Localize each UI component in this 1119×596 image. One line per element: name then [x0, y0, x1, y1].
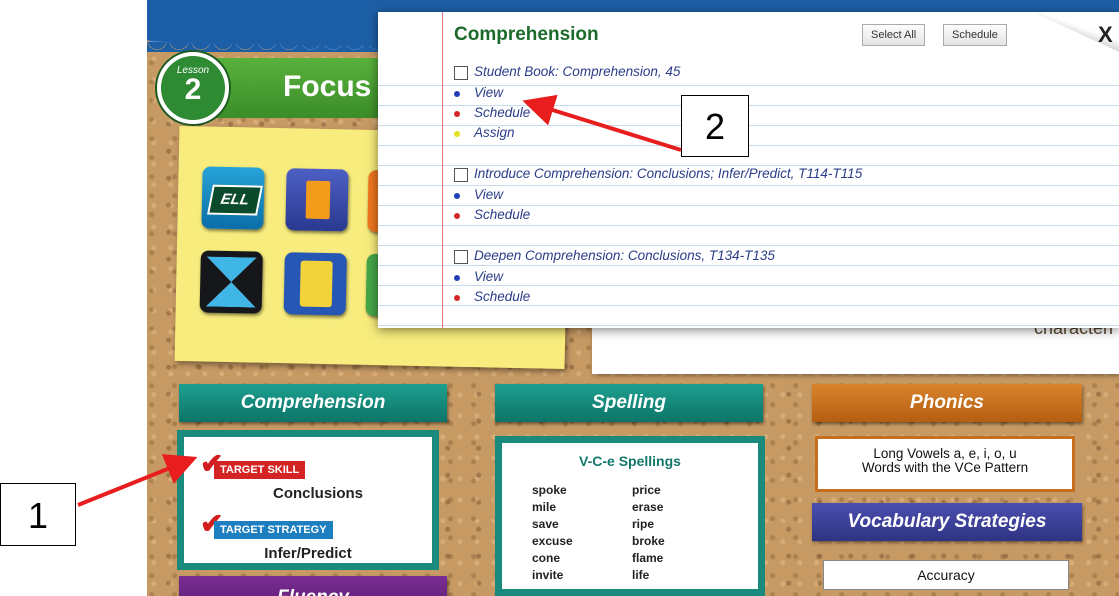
- target-skill-tag: TARGET SKILL: [214, 461, 306, 479]
- spelling-word: price: [632, 483, 661, 497]
- resource-title: Deepen Comprehension: Conclusions, T134-…: [474, 248, 775, 263]
- fluency-header[interactable]: Fluency: [179, 576, 447, 596]
- abcd-card-shape: [299, 260, 333, 308]
- spelling-word: erase: [632, 500, 664, 514]
- star-shape: [206, 257, 257, 308]
- schedule-link[interactable]: Schedule: [474, 105, 530, 120]
- schedule-link[interactable]: Schedule: [474, 207, 530, 222]
- ell-icon[interactable]: ELL: [201, 166, 265, 230]
- comprehension-resources-popup: Comprehension Select All Schedule X Stud…: [378, 12, 1119, 328]
- ell-label: ELL: [207, 184, 263, 216]
- comprehension-header[interactable]: Comprehension: [179, 384, 447, 422]
- view-link[interactable]: View: [474, 85, 503, 100]
- spelling-word: excuse: [532, 534, 573, 548]
- focus-title: Focus: [283, 70, 372, 103]
- spelling-word: save: [532, 517, 559, 531]
- red-bullet-icon: [454, 295, 460, 301]
- vocabulary-value: Accuracy: [917, 567, 975, 583]
- spelling-panel: V-C-e Spellings spoke price mile erase s…: [495, 436, 765, 596]
- spelling-word: life: [632, 568, 650, 582]
- lesson-number: 2: [184, 73, 202, 106]
- phonics-text: Long Vowels a, e, i, o, u Words with the…: [818, 447, 1072, 475]
- book-icon[interactable]: [285, 168, 349, 232]
- schedule-button[interactable]: Schedule: [943, 24, 1007, 46]
- blue-bullet-icon: [454, 193, 460, 199]
- phonics-header[interactable]: Phonics: [812, 384, 1082, 422]
- spelling-word: invite: [532, 568, 564, 582]
- spelling-word: spoke: [532, 483, 567, 497]
- resource-checkbox[interactable]: [454, 168, 468, 182]
- spelling-heading: V-C-e Spellings: [579, 453, 681, 469]
- spelling-word: mile: [532, 500, 557, 514]
- star-burst-icon[interactable]: [199, 250, 263, 314]
- callout-1: 1: [0, 483, 76, 546]
- assign-link[interactable]: Assign: [474, 125, 515, 140]
- close-icon[interactable]: X: [1098, 22, 1113, 48]
- vocabulary-strategies-header[interactable]: Vocabulary Strategies: [812, 503, 1082, 541]
- yellow-bullet-icon: [454, 131, 460, 137]
- vocabulary-panel: Accuracy: [823, 560, 1069, 590]
- view-link[interactable]: View: [474, 187, 503, 202]
- blue-bullet-icon: [454, 91, 460, 97]
- popup-title: Comprehension: [454, 24, 599, 45]
- target-strategy-value: Infer/Predict: [264, 545, 352, 562]
- red-bullet-icon: [454, 111, 460, 117]
- red-bullet-icon: [454, 213, 460, 219]
- spelling-word: ripe: [632, 517, 655, 531]
- lesson-badge: Lesson 2: [157, 52, 229, 124]
- spelling-word-list: spoke price mile erase save ripe excuse …: [532, 483, 712, 582]
- spelling-word: broke: [632, 534, 665, 548]
- target-skill-value: Conclusions: [272, 485, 363, 502]
- book-shape: [305, 180, 331, 220]
- view-link[interactable]: View: [474, 269, 503, 284]
- spelling-word: flame: [632, 551, 664, 565]
- schedule-link[interactable]: Schedule: [474, 289, 530, 304]
- resource-title: Student Book: Comprehension, 45: [474, 64, 681, 79]
- resource-checkbox[interactable]: [454, 66, 468, 80]
- abcd-card-icon[interactable]: [283, 252, 347, 316]
- blue-bullet-icon: [454, 275, 460, 281]
- spelling-word: cone: [532, 551, 561, 565]
- phonics-line-1: Long Vowels a, e, i, o, u: [873, 446, 1017, 461]
- resource-title: Introduce Comprehension: Conclusions; In…: [474, 166, 863, 181]
- spelling-header[interactable]: Spelling: [495, 384, 763, 422]
- resource-checkbox[interactable]: [454, 250, 468, 264]
- select-all-button[interactable]: Select All: [862, 24, 926, 46]
- phonics-line-2: Words with the VCe Pattern: [861, 460, 1029, 475]
- notebook-margin-line: [442, 12, 443, 328]
- callout-2: 2: [681, 95, 749, 157]
- comprehension-panel: ✔ TARGET SKILL Conclusions ✔ TARGET STRA…: [177, 430, 439, 570]
- phonics-panel: Long Vowels a, e, i, o, u Words with the…: [815, 436, 1075, 492]
- target-strategy-tag: TARGET STRATEGY: [214, 521, 333, 539]
